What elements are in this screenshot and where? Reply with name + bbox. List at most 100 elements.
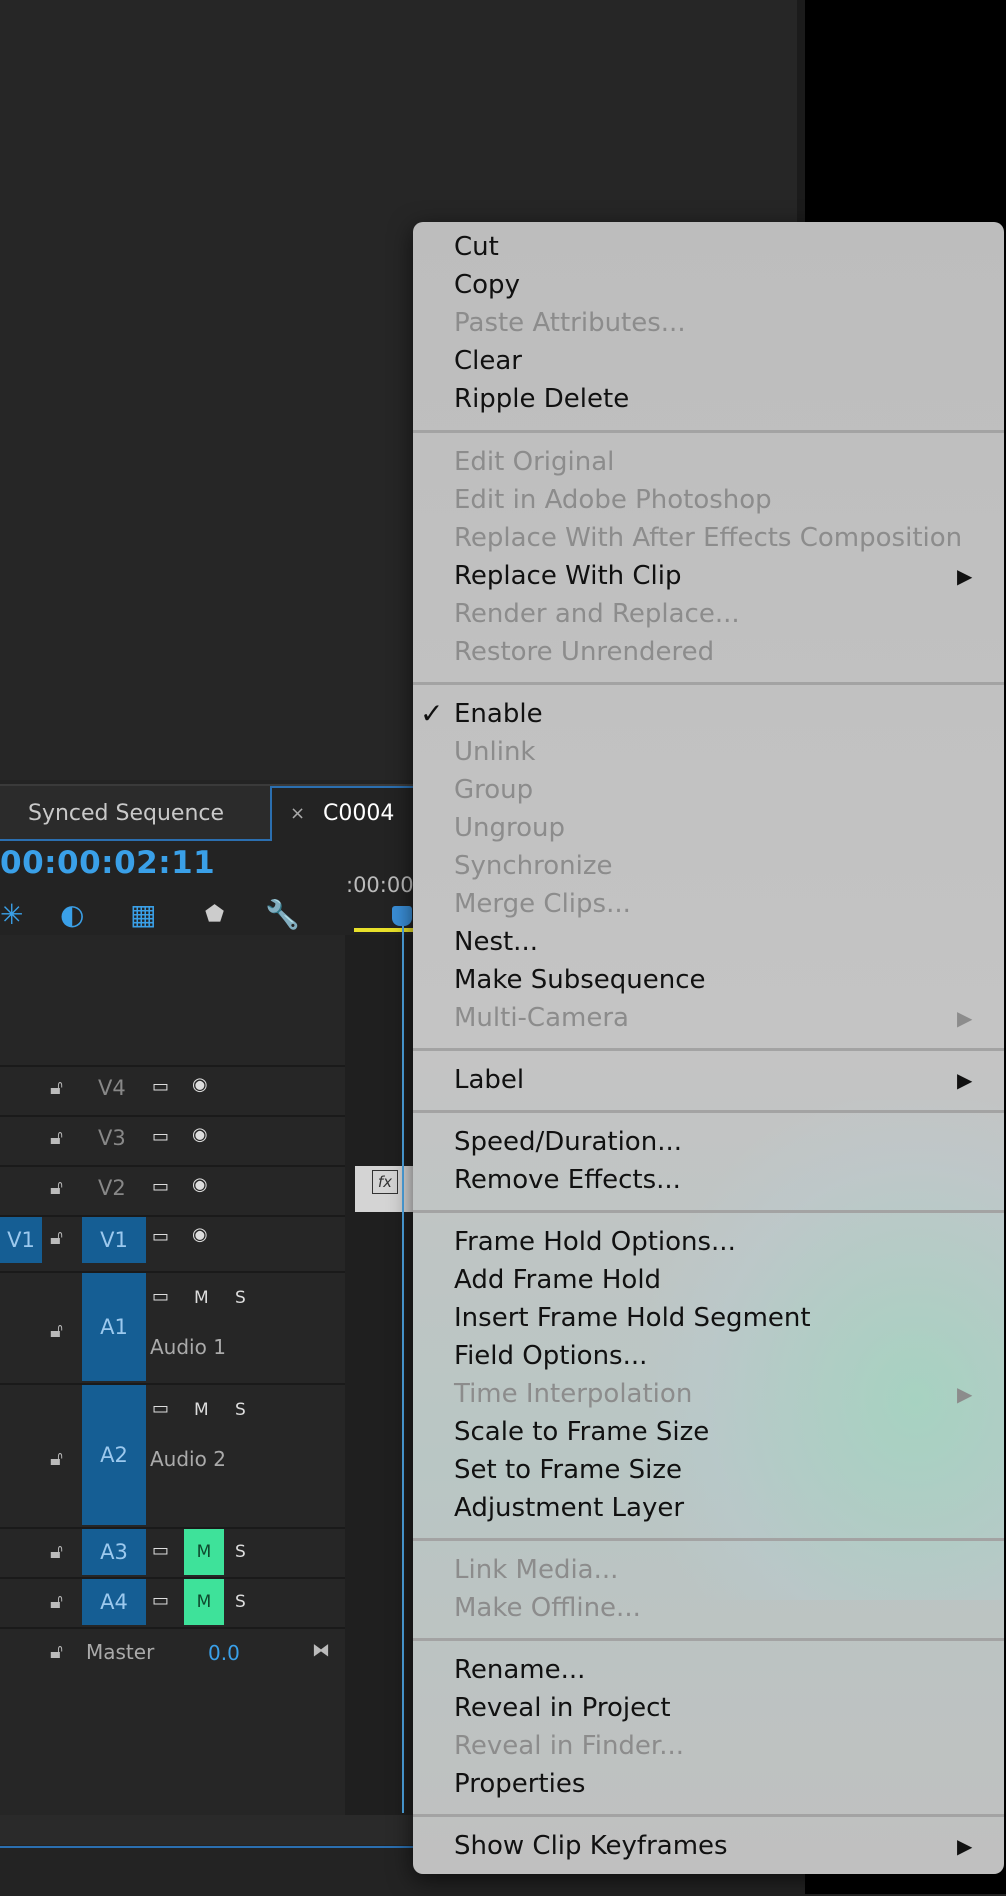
sync-lock-icon[interactable]: ▭ [152,1286,169,1307]
tab-synced-sequence[interactable]: Synced Sequence [0,786,270,841]
eye-icon[interactable]: ◉ [192,1124,208,1145]
menu-item-replace-clip[interactable]: Replace With Clip [454,557,682,595]
lock-icon[interactable]: 🔓︎ [50,1318,63,1342]
lock-icon[interactable]: 🔓︎ [50,1125,63,1149]
submenu-arrow-icon: ▶ [957,1006,973,1030]
menu-separator [413,1210,1004,1213]
master-label: Master [86,1640,155,1664]
track-label-a3[interactable]: A3 [82,1529,146,1575]
menu-item-make-subsequence[interactable]: Make Subsequence [454,961,706,999]
lock-icon[interactable]: 🔓︎ [50,1075,63,1099]
panel-border [0,1846,415,1848]
menu-item-multi-camera[interactable]: Multi-Camera [454,999,629,1037]
menu-item-nest[interactable]: Nest... [454,923,538,961]
track-name-audio-2: Audio 2 [150,1447,226,1471]
menu-item-adjustment-layer[interactable]: Adjustment Layer [454,1489,684,1527]
track-label-v1[interactable]: V1 [82,1217,146,1263]
lock-icon[interactable]: 🔓︎ [50,1539,63,1563]
master-link-icon[interactable]: ⧓ [312,1640,330,1661]
menu-item-make-offline[interactable]: Make Offline... [454,1589,641,1627]
solo-button[interactable]: S [235,1400,246,1420]
menu-item-copy[interactable]: Copy [454,266,520,304]
sync-lock-icon[interactable]: ▭ [152,1176,169,1197]
sync-lock-icon[interactable]: ▭ [152,1590,169,1611]
menu-item-scale-to-frame-size[interactable]: Scale to Frame Size [454,1413,709,1451]
playhead-line[interactable] [402,908,404,1813]
menu-item-rename[interactable]: Rename... [454,1651,585,1689]
linked-selection-icon[interactable]: ◐ [60,898,84,931]
menu-item-replace-ae[interactable]: Replace With After Effects Composition [454,519,962,557]
track-name-audio-1: Audio 1 [150,1335,226,1359]
playhead-timecode[interactable]: 00:00:02:11 [0,845,215,881]
menu-item-add-frame-hold[interactable]: Add Frame Hold [454,1261,661,1299]
menu-item-frame-hold-options[interactable]: Frame Hold Options... [454,1223,736,1261]
lock-icon[interactable]: 🔓︎ [50,1175,63,1199]
menu-item-reveal-in-finder[interactable]: Reveal in Finder... [454,1727,684,1765]
menu-item-label[interactable]: Label [454,1061,524,1099]
sync-lock-icon[interactable]: ▭ [152,1076,169,1097]
mute-button-active[interactable]: M [184,1529,224,1575]
track-label-v4[interactable]: V4 [98,1076,126,1100]
track-label-v3[interactable]: V3 [98,1126,126,1150]
wrench-icon[interactable]: 🔧 [265,898,300,931]
tab-close-icon[interactable]: × [290,786,305,841]
track-label-a4[interactable]: A4 [82,1579,146,1625]
menu-item-link-media[interactable]: Link Media... [454,1551,618,1589]
menu-item-set-to-frame-size[interactable]: Set to Frame Size [454,1451,682,1489]
menu-item-synchronize[interactable]: Synchronize [454,847,613,885]
snap-icon[interactable]: ✳ [0,898,23,931]
submenu-arrow-icon: ▶ [957,1834,973,1858]
menu-item-restore-unrendered[interactable]: Restore Unrendered [454,633,714,671]
sync-lock-icon[interactable]: ▭ [152,1226,169,1247]
eye-icon[interactable]: ◉ [192,1224,208,1245]
menu-item-cut[interactable]: Cut [454,228,499,266]
menu-item-field-options[interactable]: Field Options... [454,1337,647,1375]
menu-item-time-interpolation[interactable]: Time Interpolation [454,1375,692,1413]
menu-item-clear[interactable]: Clear [454,342,522,380]
eye-icon[interactable]: ◉ [192,1174,208,1195]
menu-item-show-clip-keyframes[interactable]: Show Clip Keyframes [454,1827,728,1865]
master-volume[interactable]: 0.0 [208,1641,240,1665]
mute-button-active[interactable]: M [184,1579,224,1625]
menu-item-properties[interactable]: Properties [454,1765,585,1803]
track-label-v2[interactable]: V2 [98,1176,126,1200]
menu-item-group[interactable]: Group [454,771,533,809]
mute-button[interactable]: M [194,1288,209,1308]
sync-lock-icon[interactable]: ▭ [152,1126,169,1147]
solo-button[interactable]: S [235,1288,246,1308]
playhead-handle[interactable] [392,906,412,926]
selection-tool-icon[interactable]: ▦ [130,898,156,931]
eye-icon[interactable]: ◉ [192,1074,208,1095]
track-label-a2[interactable]: A2 [82,1385,146,1525]
menu-item-unlink[interactable]: Unlink [454,733,536,771]
menu-item-render-replace[interactable]: Render and Replace... [454,595,740,633]
clip-area[interactable] [345,935,415,1815]
submenu-arrow-icon: ▶ [957,1068,973,1092]
menu-item-merge-clips[interactable]: Merge Clips... [454,885,631,923]
menu-item-speed-duration[interactable]: Speed/Duration... [454,1123,682,1161]
menu-item-paste-attributes[interactable]: Paste Attributes... [454,304,686,342]
add-marker-icon[interactable]: ⬟ [205,902,224,927]
menu-item-enable[interactable]: Enable [454,695,543,733]
lock-icon[interactable]: 🔓︎ [50,1589,63,1613]
menu-item-remove-effects[interactable]: Remove Effects... [454,1161,681,1199]
menu-item-reveal-in-project[interactable]: Reveal in Project [454,1689,671,1727]
track-label-a1[interactable]: A1 [82,1273,146,1381]
solo-button[interactable]: S [235,1592,246,1612]
menu-item-edit-original[interactable]: Edit Original [454,443,614,481]
source-patch-v1[interactable]: V1 [0,1217,42,1263]
menu-item-ungroup[interactable]: Ungroup [454,809,565,847]
mute-button[interactable]: M [194,1400,209,1420]
lock-icon[interactable]: 🔓︎ [50,1225,63,1249]
menu-item-edit-photoshop[interactable]: Edit in Adobe Photoshop [454,481,772,519]
lock-icon[interactable]: 🔓︎ [50,1446,63,1470]
sync-lock-icon[interactable]: ▭ [152,1398,169,1419]
work-area-bar[interactable] [354,928,415,932]
lock-icon[interactable]: 🔓︎ [50,1639,63,1663]
timeline-scrollbar[interactable] [0,1815,415,1845]
solo-button[interactable]: S [235,1542,246,1562]
menu-item-ripple-delete[interactable]: Ripple Delete [454,380,629,418]
menu-separator [413,1048,1004,1051]
menu-item-insert-frame-hold-segment[interactable]: Insert Frame Hold Segment [454,1299,811,1337]
sync-lock-icon[interactable]: ▭ [152,1540,169,1561]
